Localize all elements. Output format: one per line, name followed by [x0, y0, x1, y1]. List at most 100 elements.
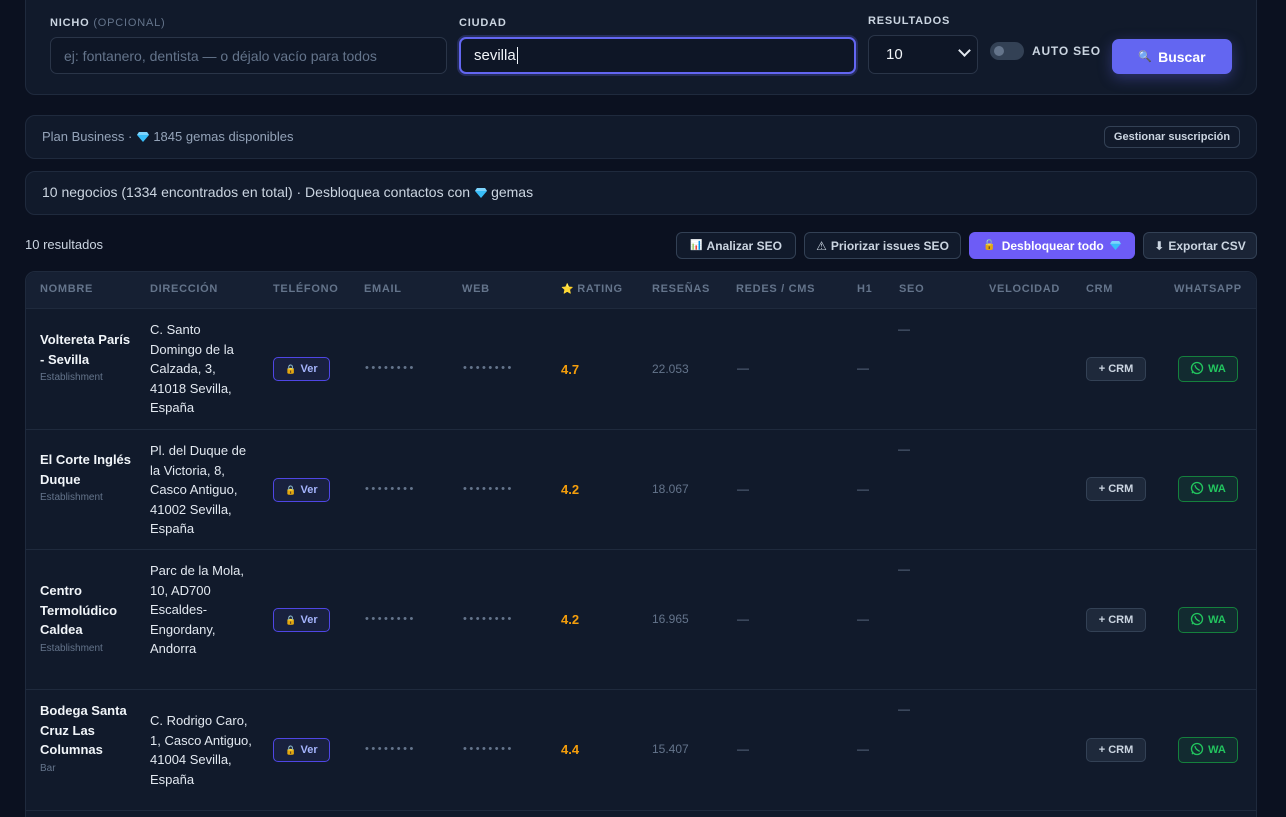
gems-available: 1845 gemas disponibles [153, 129, 294, 144]
business-address: C. Santo Domingo de la Calzada, 3, 41018… [150, 322, 234, 416]
web-masked: •••••••• [463, 743, 514, 755]
niche-input[interactable]: ej: fontanero, dentista — o déjalo vacío… [50, 37, 447, 74]
download-icon: ⬇ [1154, 238, 1165, 253]
whatsapp-button[interactable]: WA [1178, 607, 1238, 633]
business-address: C. Rodrigo Caro, 1, Casco Antiguo, 41004… [150, 713, 252, 787]
th-phone: TELÉFONO [273, 283, 339, 295]
whatsapp-button[interactable]: WA [1178, 737, 1238, 763]
row-divider [26, 308, 1256, 309]
th-speed: VELOCIDAD [989, 283, 1061, 295]
row-divider [26, 429, 1256, 430]
add-crm-button[interactable]: + CRM [1086, 738, 1146, 762]
results-select[interactable]: 10 [868, 35, 978, 74]
analyze-seo-label: Analizar SEO [706, 238, 782, 253]
unlock-all-label: Desbloquear todo [1001, 238, 1104, 253]
reveal-phone-button[interactable]: 🔒 Ver [273, 738, 330, 762]
summary-gems-word: gemas [491, 184, 534, 200]
reveal-phone-button[interactable]: 🔒 Ver [273, 608, 330, 632]
reveal-phone-button[interactable]: 🔒 Ver [273, 357, 330, 381]
search-icon: 🔍 [1138, 51, 1153, 63]
reviews-count: 22.053 [652, 362, 689, 376]
summary-text: 10 negocios (1334 encontrados en total) … [42, 184, 533, 200]
rating-value: 4.2 [561, 482, 580, 497]
business-type: Bar [40, 762, 56, 774]
niche-label: NICHO (OPCIONAL) [50, 17, 166, 29]
row-divider [26, 689, 1256, 690]
seo-empty: — [898, 442, 910, 456]
whatsapp-button[interactable]: WA [1178, 476, 1238, 502]
city-label: CIUDAD [459, 17, 507, 29]
prioritize-seo-label: Priorizar issues SEO [830, 238, 949, 253]
unlock-all-button[interactable]: 🔓 Desbloquear todo [969, 232, 1135, 259]
business-address: Pl. del Duque de la Victoria, 8, Casco A… [150, 443, 247, 537]
h1-empty: — [857, 742, 869, 756]
th-social-cms: REDES / CMS [736, 283, 816, 295]
gem-icon [1109, 241, 1121, 250]
rating-value: 4.7 [561, 362, 580, 377]
th-reviews: RESEÑAS [652, 283, 711, 295]
add-crm-button[interactable]: + CRM [1086, 357, 1146, 381]
unlock-icon: 🔓 [983, 240, 996, 251]
star-icon: ⭐ [561, 284, 574, 295]
business-address: Parc de la Mola, 10, AD700 Escaldes-Engo… [150, 563, 244, 657]
business-name: Centro Termolúdico Caldea Establishment [40, 581, 135, 656]
results-count: 10 resultados [25, 237, 104, 252]
social-cms-empty: — [737, 612, 749, 626]
city-input-value: sevilla [474, 47, 516, 64]
reveal-phone-button[interactable]: 🔒 Ver [273, 478, 330, 502]
auto-seo-toggle[interactable] [990, 42, 1024, 60]
h1-empty: — [857, 361, 869, 375]
seo-empty: — [898, 702, 910, 716]
social-cms-empty: — [737, 482, 749, 496]
business-type: Establishment [40, 642, 103, 654]
email-masked: •••••••• [365, 743, 416, 755]
th-rating: ⭐ RATING [561, 283, 623, 295]
city-input[interactable]: sevilla [459, 37, 856, 74]
business-name: Bodega Santa Cruz Las Columnas Bar [40, 701, 135, 776]
email-masked: •••••••• [365, 362, 416, 374]
business-type: Establishment [40, 372, 103, 383]
business-name: Voltereta París - Sevilla Establishment [40, 330, 135, 385]
row-divider [26, 810, 1256, 811]
th-whatsapp: WHATSAPP [1174, 283, 1242, 295]
reviews-count: 16.965 [652, 612, 689, 626]
plan-name: Plan Business · [42, 129, 133, 144]
export-csv-label: Exportar CSV [1168, 238, 1246, 253]
gem-icon [137, 132, 150, 142]
social-cms-empty: — [737, 361, 749, 375]
row-divider [26, 549, 1256, 550]
prioritize-seo-button[interactable]: ⚠ Priorizar issues SEO [804, 232, 961, 259]
gem-icon [475, 187, 488, 198]
chevron-down-icon [958, 44, 971, 57]
manage-subscription-button[interactable]: Gestionar suscripción [1104, 126, 1240, 148]
add-crm-button[interactable]: + CRM [1086, 608, 1146, 632]
warning-icon: ⚠ [816, 238, 827, 253]
search-button-label: Buscar [1158, 48, 1206, 65]
search-button[interactable]: 🔍 Buscar [1112, 39, 1232, 74]
analyze-seo-button[interactable]: 📊 Analizar SEO [676, 232, 796, 259]
h1-empty: — [857, 482, 869, 496]
seo-empty: — [898, 562, 910, 576]
whatsapp-icon [1190, 361, 1204, 378]
social-cms-empty: — [737, 742, 749, 756]
lock-icon: 🔒 [285, 363, 297, 374]
rating-value: 4.2 [561, 612, 580, 627]
web-masked: •••••••• [463, 362, 514, 374]
business-name: El Corte Inglés Duque Establishment [40, 450, 135, 505]
lock-icon: 🔒 [285, 744, 297, 755]
email-masked: •••••••• [365, 483, 416, 495]
th-web: WEB [462, 283, 490, 295]
th-email: EMAIL [364, 283, 402, 295]
rating-value: 4.4 [561, 742, 580, 757]
lock-icon: 🔒 [285, 484, 297, 495]
h1-empty: — [857, 612, 869, 626]
add-crm-button[interactable]: + CRM [1086, 477, 1146, 501]
th-name: NOMBRE [40, 283, 94, 295]
whatsapp-button[interactable]: WA [1178, 356, 1238, 382]
email-masked: •••••••• [365, 613, 416, 625]
reviews-count: 15.407 [652, 742, 689, 756]
export-csv-button[interactable]: ⬇ Exportar CSV [1143, 232, 1257, 259]
chart-icon: 📊 [690, 240, 703, 251]
web-masked: •••••••• [463, 613, 514, 625]
whatsapp-icon [1190, 481, 1204, 498]
